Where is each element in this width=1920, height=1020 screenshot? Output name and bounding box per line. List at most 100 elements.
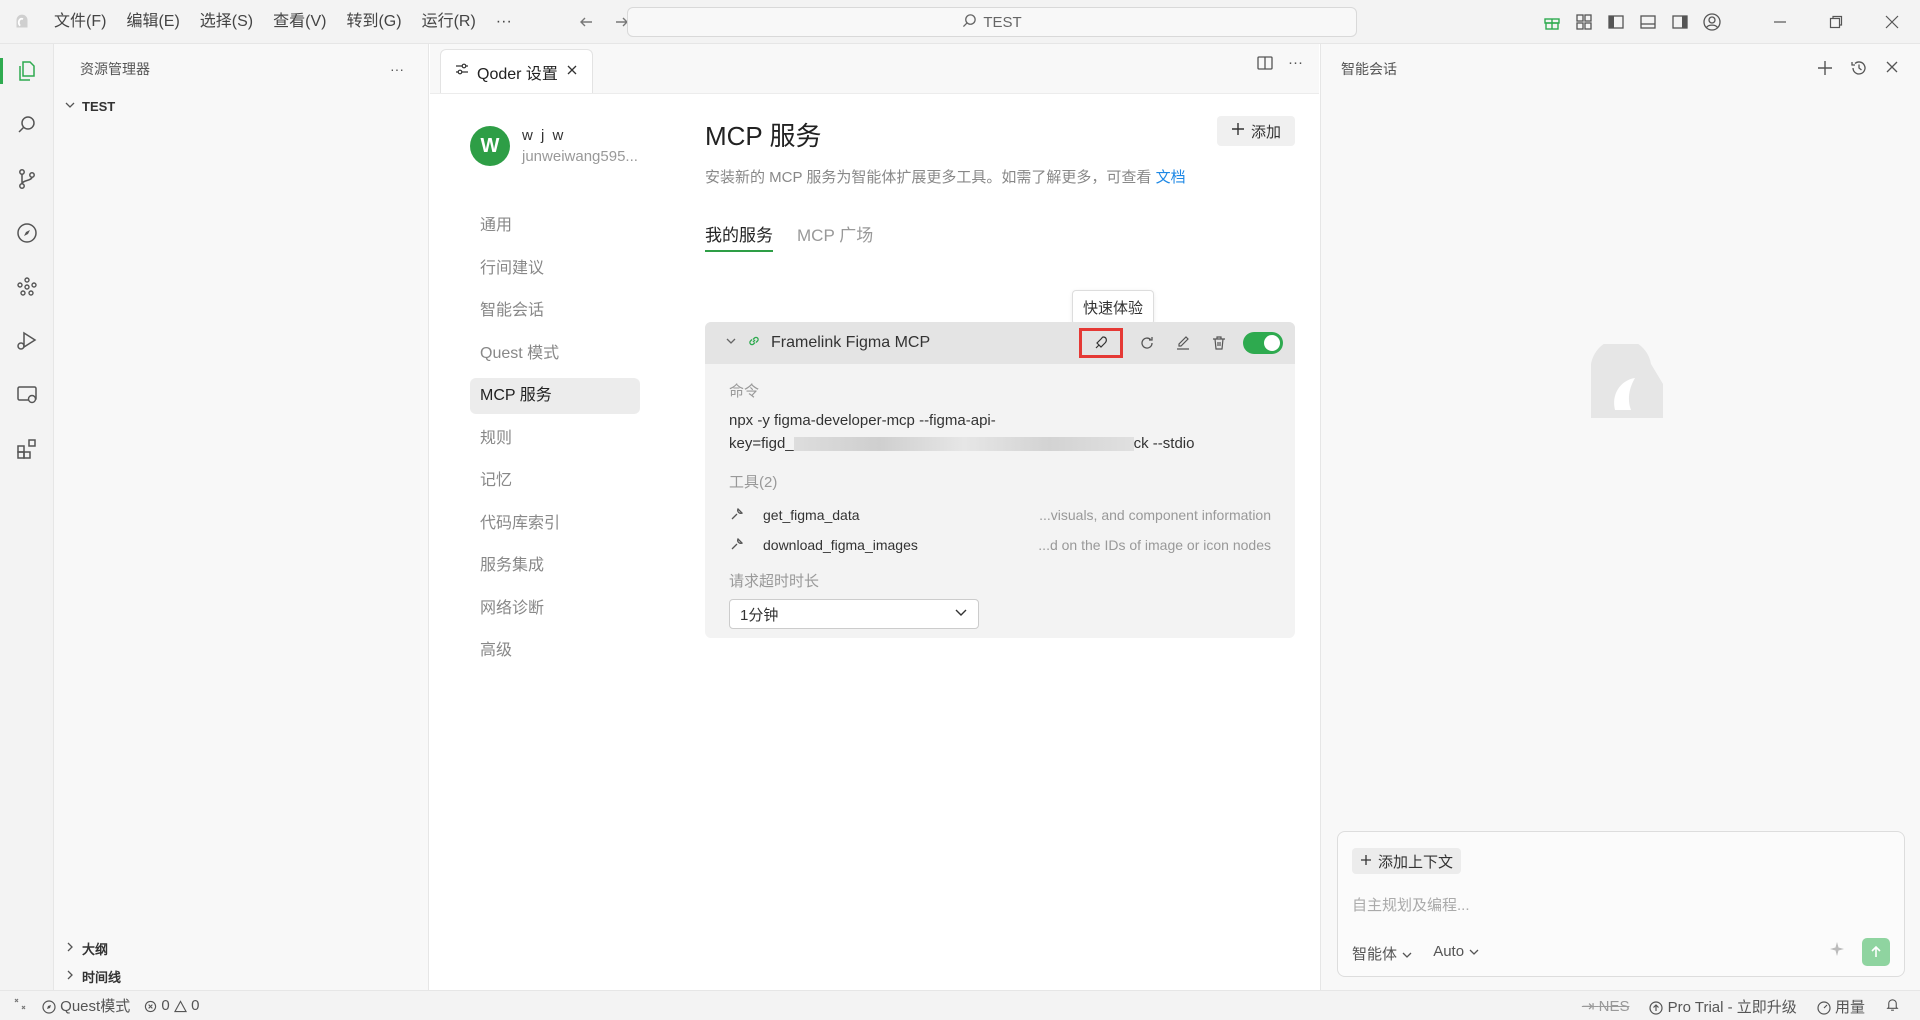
quest-compass-icon[interactable] (0, 216, 54, 250)
toggle-secondary-sidebar-icon[interactable] (1664, 6, 1696, 38)
close-window-icon[interactable] (1864, 0, 1920, 44)
command-search-box[interactable]: TEST (627, 7, 1357, 37)
settings-nav-rules[interactable]: 规则 (470, 421, 640, 457)
minimize-icon[interactable] (1752, 0, 1808, 44)
sparkle-icon[interactable] (1828, 940, 1846, 962)
problems-status[interactable]: 0 0 (144, 997, 199, 1014)
outline-section[interactable]: 大纲 (54, 934, 428, 962)
command-prefix: key=figd_ (729, 435, 794, 452)
error-icon (145, 1000, 157, 1012)
profile-email: junweiwang595... (522, 148, 638, 165)
menu-run[interactable]: 运行(R) (412, 0, 486, 44)
menu-view[interactable]: 查看(V) (263, 0, 336, 44)
explorer-title: 资源管理器 (80, 61, 150, 77)
timeout-select[interactable]: 1分钟 (729, 599, 979, 629)
pro-trial-status[interactable]: Pro Trial - 立即升级 (1649, 996, 1797, 1017)
search-icon (962, 13, 977, 32)
tab-qoder-settings[interactable]: Qoder 设置 (440, 49, 593, 93)
history-icon[interactable] (1850, 59, 1868, 80)
search-sidebar-icon[interactable] (0, 108, 54, 142)
tab-my-servers[interactable]: 我的服务 (705, 221, 773, 252)
chevron-down-icon (64, 99, 76, 114)
extensions-graph-icon[interactable] (0, 270, 54, 304)
settings-nav-codebase-index[interactable]: 代码库索引 (470, 506, 640, 542)
add-server-button[interactable]: 添加 (1216, 116, 1295, 146)
close-panel-icon[interactable] (1884, 59, 1900, 80)
settings-nav-quest-mode[interactable]: Quest 模式 (470, 336, 640, 372)
account-icon[interactable] (1696, 6, 1728, 38)
tab-mcp-market[interactable]: MCP 广场 (797, 221, 873, 252)
source-control-icon[interactable] (0, 162, 54, 196)
chat-input-placeholder[interactable]: 自主规划及编程... (1352, 894, 1470, 915)
timeline-section[interactable]: 时间线 (54, 962, 428, 990)
link-icon (747, 334, 761, 353)
title-bar: 文件(F) 编辑(E) 选择(S) 查看(V) 转到(G) 运行(R) ··· … (0, 0, 1920, 44)
plus-icon (1360, 853, 1372, 870)
split-editor-icon[interactable] (1256, 54, 1274, 76)
layout-customize-icon[interactable] (1568, 6, 1600, 38)
explorer-more-button[interactable]: ··· (390, 61, 404, 77)
menu-file[interactable]: 文件(F) (44, 0, 116, 44)
settings-nav-chat[interactable]: 智能会话 (470, 293, 640, 329)
tool-description: ...visuals, and component information (1039, 507, 1271, 523)
server-enabled-toggle[interactable] (1243, 332, 1283, 354)
back-arrow-icon[interactable] (572, 8, 600, 36)
close-tab-icon[interactable] (566, 63, 578, 81)
usage-label: 用量 (1834, 998, 1865, 1016)
profile-name: w j w (522, 127, 566, 144)
gift-icon[interactable] (1536, 6, 1568, 38)
tool-description: ...d on the IDs of image or icon nodes (1038, 537, 1271, 553)
agent-mode-select[interactable]: 智能体 (1352, 943, 1413, 964)
chat-title: 智能会话 (1341, 61, 1397, 77)
settings-nav-mcp[interactable]: MCP 服务 (470, 378, 640, 414)
notification-bell-icon[interactable] (1885, 997, 1900, 1016)
chat-input-box[interactable]: 添加上下文 自主规划及编程... 智能体 Auto (1337, 831, 1905, 977)
quest-mode-status[interactable]: Quest模式 (42, 995, 130, 1016)
settings-sliders-icon (455, 62, 469, 81)
tool-name: get_figma_data (763, 507, 860, 523)
toggle-primary-sidebar-icon[interactable] (1600, 6, 1632, 38)
editor-more-button[interactable]: ··· (1288, 54, 1303, 76)
explorer-icon[interactable] (0, 54, 54, 88)
add-context-button[interactable]: 添加上下文 (1352, 848, 1462, 874)
menu-bar: 文件(F) 编辑(E) 选择(S) 查看(V) 转到(G) 运行(R) ··· (44, 0, 522, 44)
settings-nav-network-diagnostics[interactable]: 网络诊断 (470, 591, 640, 627)
send-button[interactable] (1862, 938, 1890, 966)
delete-icon[interactable] (1207, 331, 1231, 355)
chevron-down-icon[interactable] (725, 334, 737, 352)
toggle-panel-icon[interactable] (1632, 6, 1664, 38)
docs-link[interactable]: 文档 (1156, 169, 1186, 186)
server-card: Framelink Figma MCP 命令 npx -y figma-deve… (705, 322, 1295, 638)
settings-nav-advanced[interactable]: 高级 (470, 633, 640, 669)
usage-status[interactable]: 用量 (1817, 996, 1865, 1017)
chat-panel: 智能会话 添加上下文 自主规划及编程... 智能体 Auto (1320, 44, 1920, 990)
menu-selection[interactable]: 选择(S) (190, 0, 263, 44)
menu-goto[interactable]: 转到(G) (336, 0, 411, 44)
quick-try-rocket-icon[interactable] (1079, 328, 1123, 358)
tab-bar: Qoder 设置 ··· (430, 44, 1319, 94)
new-chat-plus-icon[interactable] (1816, 59, 1834, 80)
page-title: MCP 服务 (705, 121, 822, 151)
settings-nav-memory[interactable]: 记忆 (470, 463, 640, 499)
edit-icon[interactable] (1171, 331, 1195, 355)
settings-nav-inline-suggestions[interactable]: 行间建议 (470, 251, 640, 287)
settings-nav-general[interactable]: 通用 (470, 208, 640, 244)
tree-root-folder[interactable]: TEST (54, 94, 428, 118)
remote-explorer-icon[interactable] (0, 378, 54, 412)
server-card-header[interactable]: Framelink Figma MCP (705, 322, 1295, 364)
menu-more[interactable]: ··· (486, 0, 522, 44)
model-select[interactable]: Auto (1433, 943, 1480, 964)
nes-status[interactable]: ⇥ NES (1582, 997, 1630, 1015)
settings-nav-integrations[interactable]: 服务集成 (470, 548, 640, 584)
refresh-icon[interactable] (1135, 331, 1159, 355)
remote-indicator-icon[interactable] (12, 996, 28, 1016)
extensions-icon[interactable] (0, 432, 54, 466)
menu-edit[interactable]: 编辑(E) (116, 0, 189, 44)
restore-icon[interactable] (1808, 0, 1864, 44)
app-logo-icon (0, 0, 44, 44)
warning-count: 0 (191, 997, 200, 1014)
run-debug-icon[interactable] (0, 324, 54, 358)
compass-icon (42, 1000, 56, 1014)
chevron-right-icon (64, 941, 76, 956)
chevron-down-icon (1469, 949, 1479, 955)
